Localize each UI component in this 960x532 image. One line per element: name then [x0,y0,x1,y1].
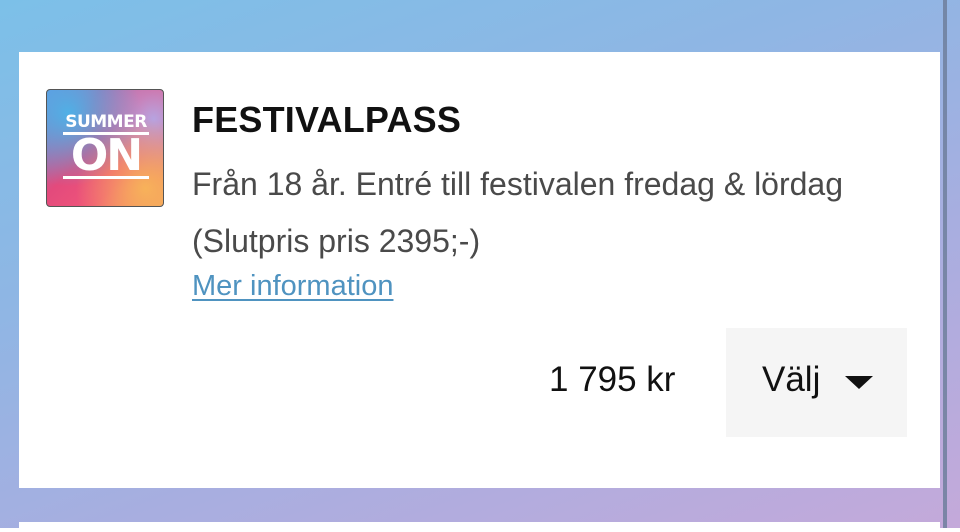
ticket-price: 1 795 kr [549,360,676,399]
summer-on-logo-icon: SUMMER ON [46,89,164,207]
scrollbar[interactable] [943,0,947,528]
logo-top-text: SUMMER [65,112,147,132]
select-quantity-button[interactable]: Välj [726,328,907,437]
ticket-description: Från 18 år. Entré till festivalen fredag… [192,166,844,259]
ticket-card: SUMMER ON FESTIVALPASS Från 18 år. Entré… [19,52,940,488]
logo-main-text: ON [70,130,143,181]
select-label: Välj [762,360,821,399]
caret-down-icon [845,376,873,389]
more-information-link[interactable]: Mer information [192,270,393,303]
ticket-title: FESTIVALPASS [192,99,462,140]
logo-line-bottom [63,176,149,179]
next-ticket-card [19,522,940,532]
